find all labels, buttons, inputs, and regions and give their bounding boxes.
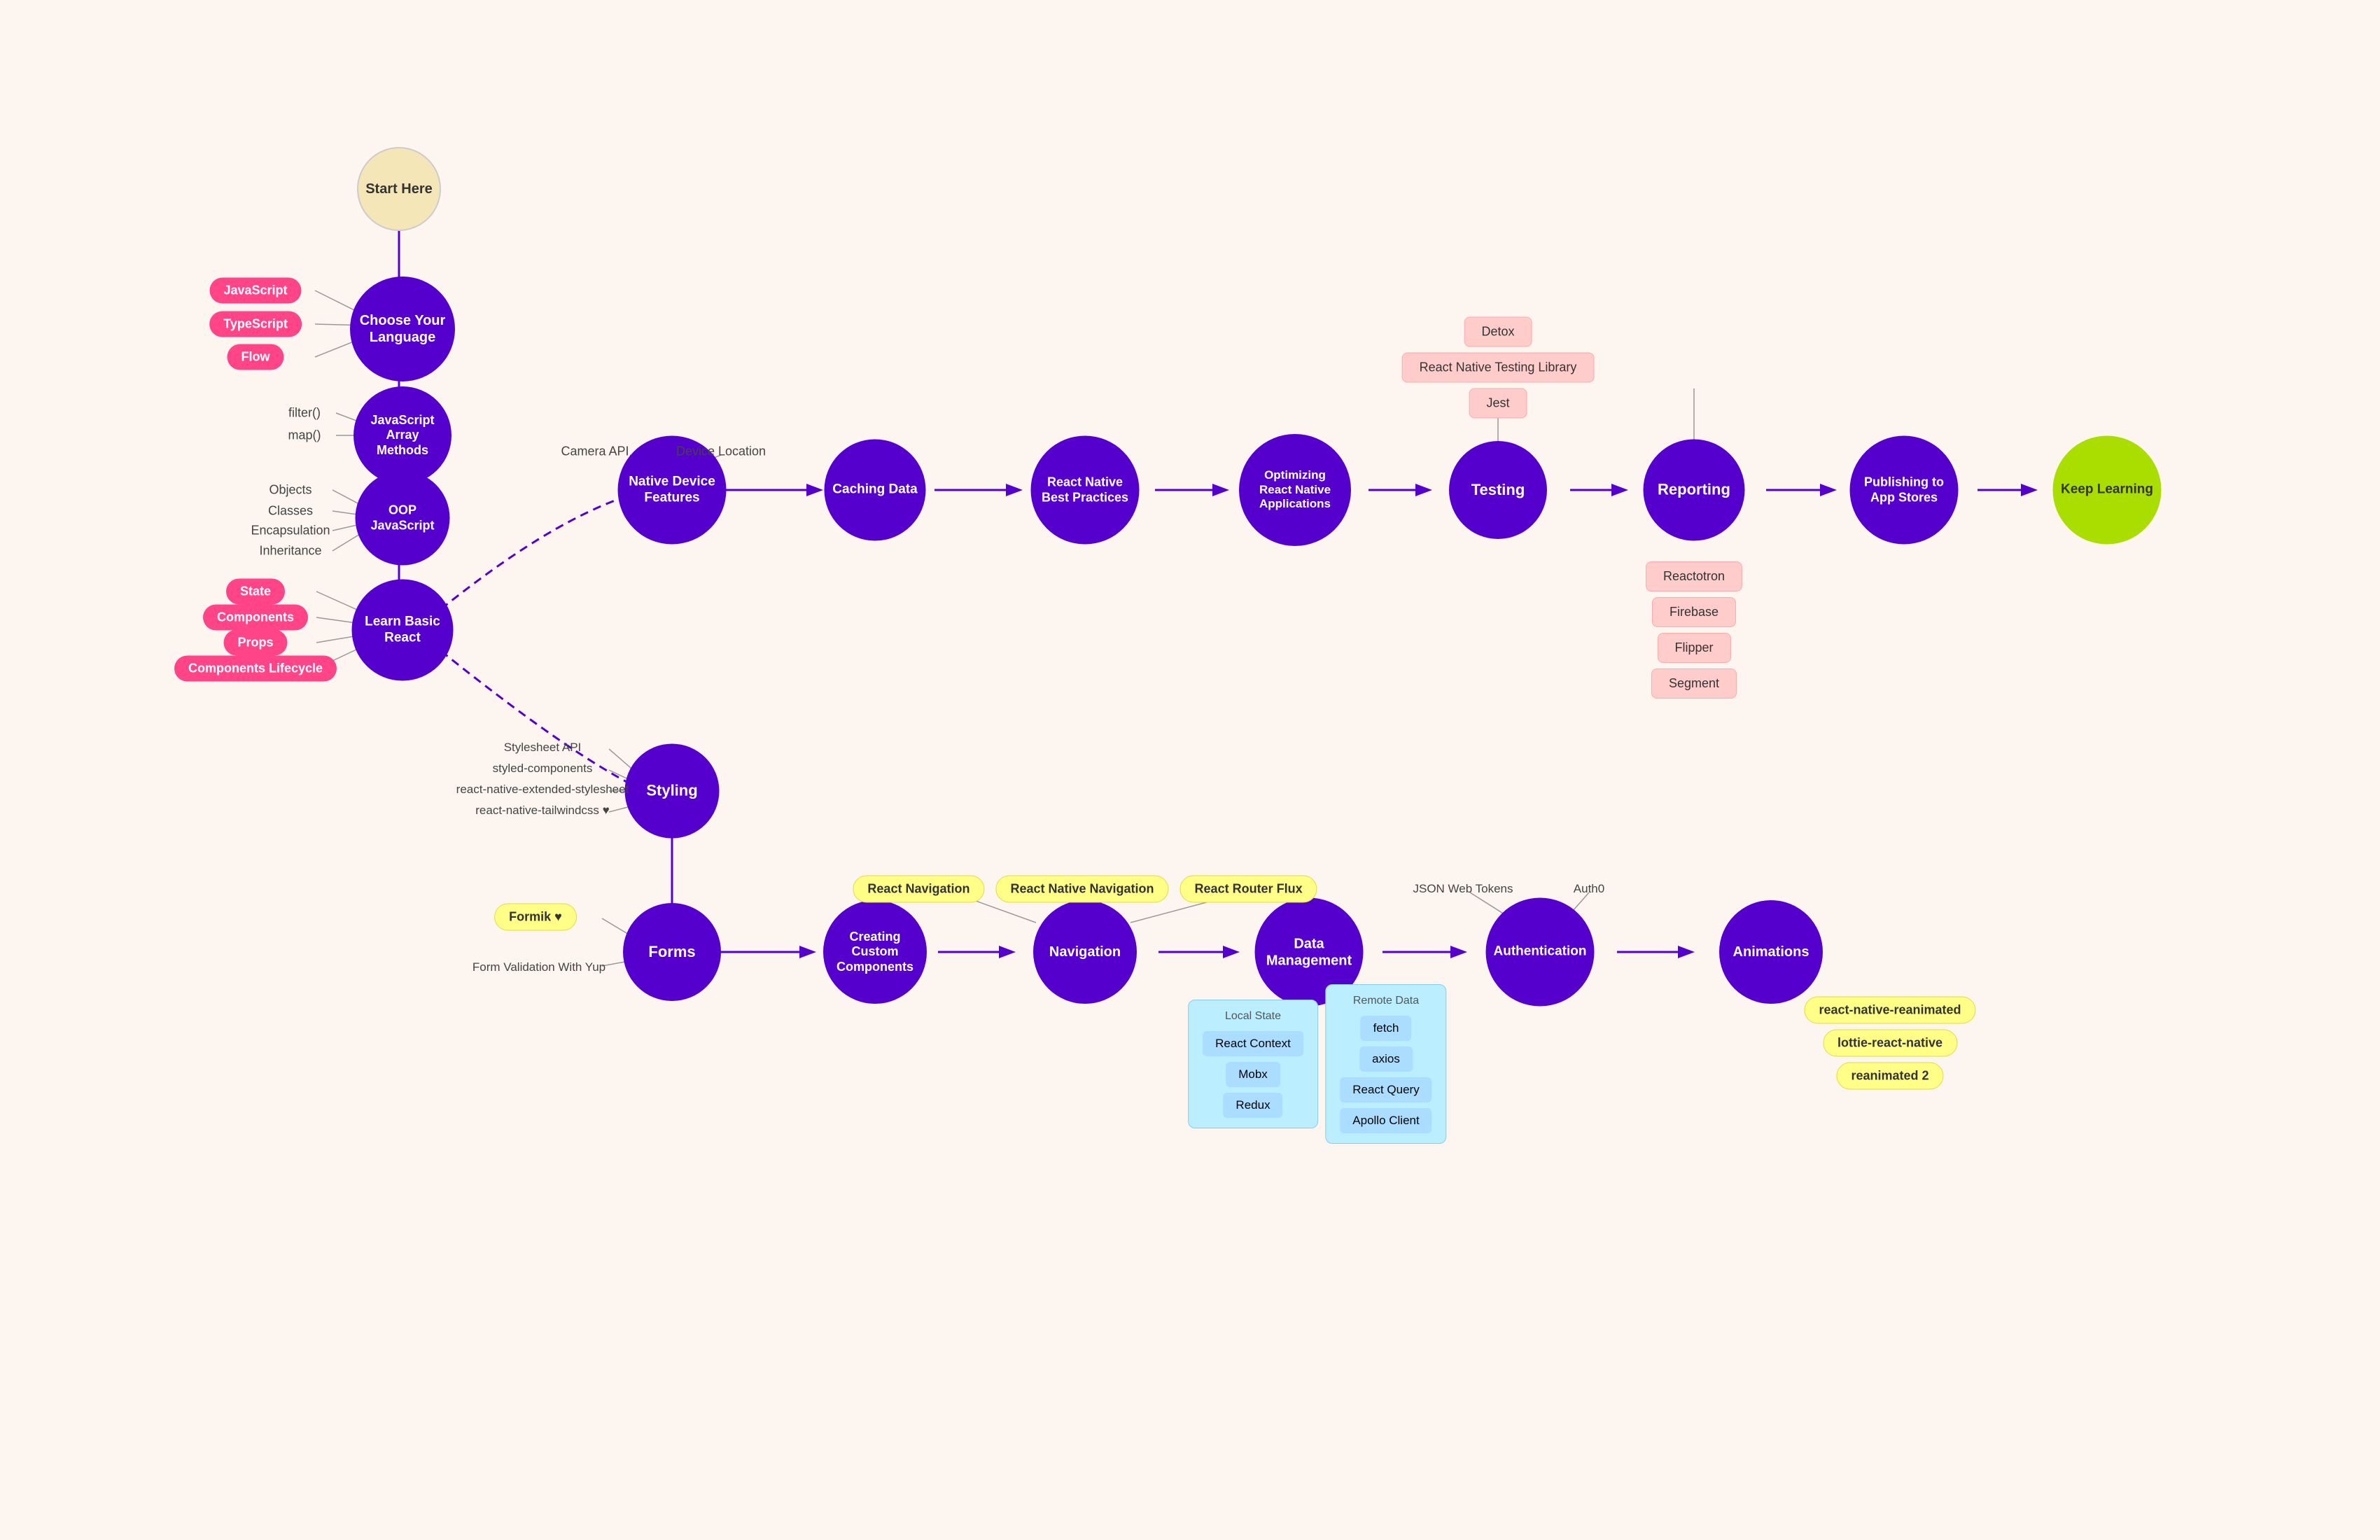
filter-label: filter(): [288, 406, 321, 421]
learn-basic-react-node: Learn Basic React: [352, 580, 454, 681]
optimizing-node: Optimizing React Native Applications: [1239, 434, 1351, 546]
oop-javascript-node: OOP JavaScript: [356, 471, 450, 566]
reanimated2-tag: reanimated 2: [1836, 1063, 1943, 1090]
caching-data-node: Caching Data: [825, 440, 926, 541]
react-context-item: React Context: [1203, 1031, 1303, 1056]
axios-item: axios: [1359, 1046, 1413, 1072]
react-router-flux-tag: React Router Flux: [1180, 876, 1317, 903]
react-navigation-tag: React Navigation: [853, 876, 984, 903]
classes-label: Classes: [268, 504, 313, 519]
forms-node: Forms: [623, 903, 721, 1001]
animations-libs-group: react-native-reanimated lottie-react-nat…: [1804, 997, 1975, 1090]
stylesheet-api-label: Stylesheet API: [504, 741, 582, 755]
javascript-tag: JavaScript: [209, 278, 301, 304]
reactotron-tag: Reactotron: [1646, 561, 1742, 592]
animations-node: Animations: [1719, 900, 1823, 1004]
testing-node: Testing: [1449, 441, 1547, 539]
keep-learning-node: Keep Learning: [2053, 436, 2162, 545]
map-label: map(): [288, 428, 321, 443]
camera-api-label: Camera API: [561, 444, 629, 459]
inheritance-label: Inheritance: [259, 544, 321, 559]
typescript-tag: TypeScript: [209, 312, 302, 337]
publishing-node: Publishing to App Stores: [1850, 436, 1959, 545]
react-native-navigation-tag: React Native Navigation: [995, 876, 1168, 903]
redux-item: Redux: [1223, 1093, 1282, 1118]
props-tag: Props: [223, 630, 287, 656]
components-tag: Components: [203, 605, 308, 631]
encapsulation-label: Encapsulation: [251, 524, 330, 538]
segment-tag: Segment: [1651, 668, 1737, 699]
styled-components-label: styled-components: [493, 762, 593, 776]
local-state-group: Local State React Context Mobx Redux: [1188, 1000, 1318, 1128]
react-native-tailwind-label: react-native-tailwindcss ♥: [475, 804, 610, 818]
flow-tag: Flow: [227, 344, 284, 370]
apollo-client-item: Apollo Client: [1340, 1108, 1432, 1133]
formik-tag: Formik ♥: [494, 904, 577, 931]
objects-label: Objects: [269, 483, 312, 498]
state-tag: State: [226, 579, 285, 605]
jest-tag: Jest: [1469, 388, 1527, 419]
authentication-node: Authentication: [1486, 898, 1595, 1007]
styling-node: Styling: [625, 744, 720, 839]
auth0-label: Auth0: [1574, 882, 1604, 896]
choose-language-node: Choose Your Language: [350, 276, 455, 382]
jwt-label: JSON Web Tokens: [1413, 882, 1513, 896]
react-native-reanimated-tag: react-native-reanimated: [1804, 997, 1975, 1024]
firebase-tag: Firebase: [1652, 597, 1736, 627]
testing-tools-group: Detox React Native Testing Library Jest: [1402, 317, 1595, 419]
react-query-item: React Query: [1340, 1077, 1432, 1102]
navigation-node: Navigation: [1033, 900, 1137, 1004]
device-location-label: Device Location: [676, 444, 766, 459]
fetch-item: fetch: [1361, 1016, 1412, 1041]
remote-data-group: Remote Data fetch axios React Query Apol…: [1325, 984, 1446, 1144]
detox-tag: Detox: [1464, 317, 1532, 347]
react-native-extended-label: react-native-extended-stylesheet: [456, 783, 629, 797]
js-array-methods-node: JavaScript Array Methods: [354, 386, 451, 484]
start-node: Start Here: [357, 147, 441, 231]
navigation-libs-group: React Navigation React Native Navigation…: [853, 876, 1317, 903]
react-native-best-practices-node: React Native Best Practices: [1031, 436, 1140, 545]
roadmap-canvas: Start Here Choose Your Language JavaScri…: [0, 0, 2380, 1540]
mobx-item: Mobx: [1226, 1062, 1280, 1087]
reporting-tools-group: Reactotron Firebase Flipper Segment: [1646, 561, 1742, 699]
reporting-node: Reporting: [1644, 440, 1745, 541]
react-native-testing-library-tag: React Native Testing Library: [1402, 353, 1595, 383]
components-lifecycle-tag: Components Lifecycle: [174, 656, 337, 682]
lottie-react-native-tag: lottie-react-native: [1823, 1030, 1957, 1057]
connections-svg: [0, 0, 2380, 1540]
creating-custom-node: Creating Custom Components: [823, 900, 927, 1004]
form-validation-label: Form Validation With Yup: [472, 960, 606, 974]
flipper-tag: Flipper: [1657, 633, 1730, 663]
